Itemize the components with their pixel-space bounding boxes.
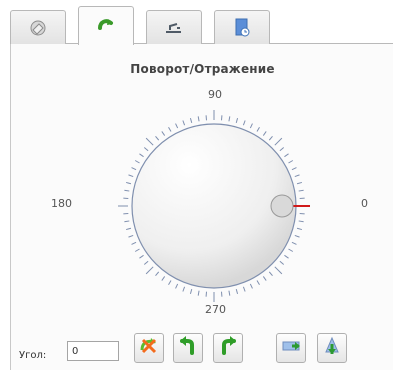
- angle-input[interactable]: [67, 341, 119, 361]
- dial-tick: [291, 241, 297, 245]
- reset-rotation-button[interactable]: [134, 333, 164, 363]
- align-icon: [162, 17, 186, 39]
- dial-tick: [298, 189, 304, 192]
- rotate-left-icon: [176, 334, 200, 362]
- dial-tick: [294, 234, 300, 238]
- dial-tick: [228, 116, 231, 122]
- dial-tick: [175, 283, 179, 289]
- tab-properties[interactable]: [214, 10, 270, 44]
- content-area: Поворот/Отражение 90 180 0 270 Угол:: [10, 44, 393, 370]
- dial-tick: [161, 131, 166, 136]
- flip-vertical-icon: [320, 334, 344, 362]
- dial-tick: [145, 137, 154, 146]
- dial-tick: [296, 181, 303, 185]
- dial-tick: [274, 137, 283, 146]
- dial-tick: [155, 135, 160, 141]
- dial-tick: [228, 290, 231, 296]
- dial-tick: [249, 283, 253, 289]
- dial-tick: [143, 260, 149, 265]
- dial-tick: [268, 135, 273, 141]
- dial-label-270: 270: [205, 303, 226, 316]
- reset-rotation-icon: [137, 334, 161, 362]
- dial-tick: [124, 189, 130, 192]
- dial-tick: [242, 286, 246, 292]
- dial-tick: [131, 241, 137, 245]
- dial-tick: [125, 227, 132, 231]
- dial-tick: [124, 220, 130, 223]
- dial-tick: [279, 147, 285, 152]
- dial-tick: [168, 280, 172, 286]
- dial-tick: [256, 126, 260, 132]
- dial-tick: [182, 286, 186, 292]
- dial-tick: [274, 266, 283, 275]
- tab-align[interactable]: [146, 10, 202, 44]
- dial-tick: [249, 123, 253, 129]
- dial-tick: [189, 288, 193, 295]
- dial-tick: [139, 254, 144, 259]
- dial-label-180: 180: [51, 197, 72, 210]
- tab-bar: [10, 4, 393, 45]
- angle-label: Угол:: [19, 350, 47, 361]
- dial-tick: [168, 126, 172, 132]
- dial-tick: [155, 271, 160, 277]
- dial-tick: [291, 167, 297, 171]
- flip-horizontal-button[interactable]: [276, 333, 306, 363]
- dial-tick: [125, 181, 132, 185]
- dial-tick: [175, 123, 179, 129]
- dial-label-90: 90: [208, 88, 222, 101]
- dial-tick: [262, 276, 267, 281]
- dial-tick: [235, 288, 239, 295]
- shape-icon: [27, 17, 49, 39]
- dial-tick: [197, 290, 200, 296]
- dial-tick: [143, 147, 149, 152]
- flip-vertical-button[interactable]: [317, 333, 347, 363]
- dial-tick: [288, 248, 294, 252]
- rotate-left-button[interactable]: [173, 333, 203, 363]
- dial-tick: [197, 116, 200, 122]
- dial-tick: [145, 266, 154, 275]
- tab-transform[interactable]: [78, 6, 134, 45]
- transform-panel: Поворот/Отражение 90 180 0 270 Угол:: [10, 4, 393, 370]
- tab-object[interactable]: [10, 10, 66, 44]
- dial-tick: [128, 234, 134, 238]
- dial-tick: [242, 120, 246, 126]
- dial-label-0: 0: [361, 197, 368, 210]
- dial-tick: [134, 248, 140, 252]
- dial-tick: [262, 131, 267, 136]
- dial-tick: [296, 227, 303, 231]
- dial-tick: [288, 160, 294, 164]
- dial-tick: [268, 271, 273, 277]
- flip-horizontal-icon: [279, 334, 303, 362]
- dial-tick: [182, 120, 186, 126]
- dial-tick: [284, 254, 289, 259]
- dial-tick: [284, 153, 289, 158]
- dial-tick: [256, 280, 260, 286]
- dial-tick: [279, 260, 285, 265]
- dial-tick: [134, 160, 140, 164]
- dial-tick: [139, 153, 144, 158]
- dial-tick: [298, 220, 304, 223]
- dial-tick: [294, 174, 300, 178]
- dial-handle: [270, 194, 294, 218]
- rotate-right-button[interactable]: [213, 333, 243, 363]
- dial-tick: [235, 117, 239, 124]
- document-settings-icon: [231, 17, 253, 39]
- dial-tick: [128, 174, 134, 178]
- rotate-icon: [95, 15, 117, 37]
- rotation-dial[interactable]: 90 180 0 270: [11, 44, 394, 370]
- dial-tick: [189, 117, 193, 124]
- rotate-right-icon: [216, 334, 240, 362]
- dial-tick: [161, 276, 166, 281]
- dial-tick: [131, 167, 137, 171]
